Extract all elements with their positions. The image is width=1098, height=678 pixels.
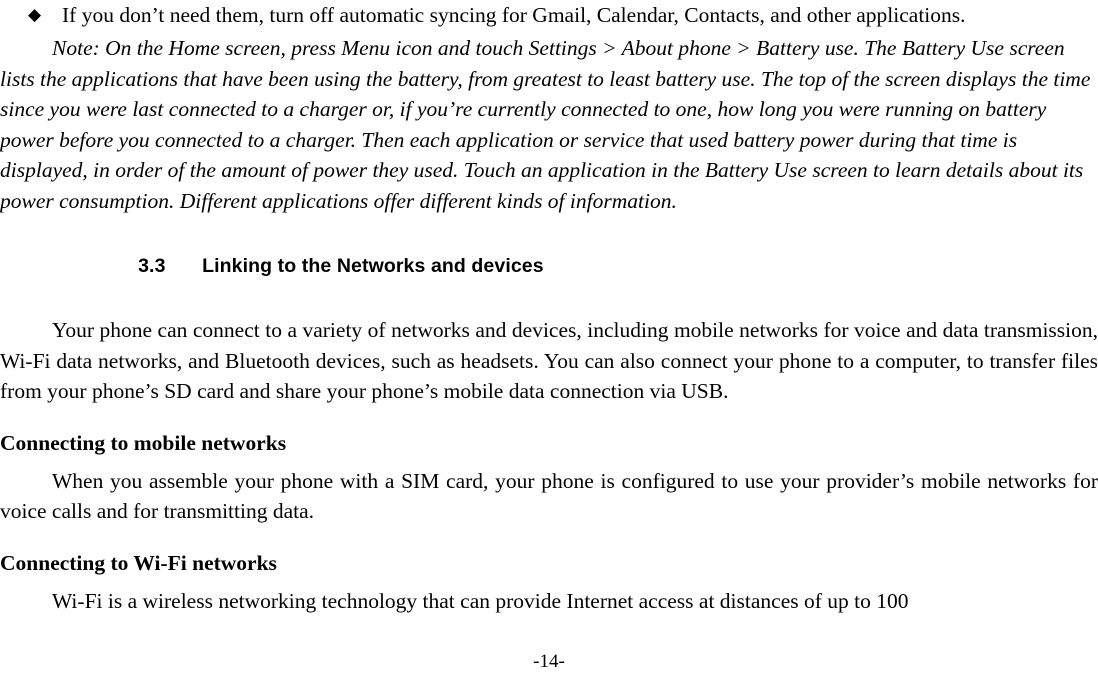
paragraph-intro: Your phone can connect to a variety of n…: [0, 318, 1098, 403]
note-line-7: Different applications offer different k…: [179, 188, 677, 213]
subheading-mobile-networks: Connecting to mobile networks: [0, 431, 287, 455]
paragraph-mobile-networks: When you assemble your phone with a SIM …: [0, 468, 1098, 524]
page-footer: -14-: [0, 650, 1098, 674]
page-number: -14-: [533, 651, 565, 672]
list-item-text: If you don’t need them, turn off automat…: [62, 3, 966, 27]
battery-use-note: Note: On the Home screen, press Menu ico…: [0, 33, 1098, 216]
list-item: ◆ If you don’t need them, turn off autom…: [0, 0, 1098, 30]
note-line-1: Note: On the Home screen, press Menu ico…: [52, 36, 897, 60]
section-title: Linking to the Networks and devices: [202, 255, 544, 277]
subheading-wifi-networks: Connecting to Wi-Fi networks: [0, 551, 277, 575]
paragraph-wifi: Wi-Fi is a wireless networking technolog…: [52, 588, 909, 613]
document-page: ◆ If you don’t need them, turn off autom…: [0, 0, 1098, 678]
page-content: ◆ If you don’t need them, turn off autom…: [0, 0, 1098, 638]
bullet-list: ◆ If you don’t need them, turn off autom…: [0, 0, 1098, 30]
diamond-bullet-icon: ◆: [28, 5, 42, 24]
section-heading: 3.3 Linking to the Networks and devices: [0, 224, 1098, 308]
section-number: 3.3: [138, 255, 166, 277]
